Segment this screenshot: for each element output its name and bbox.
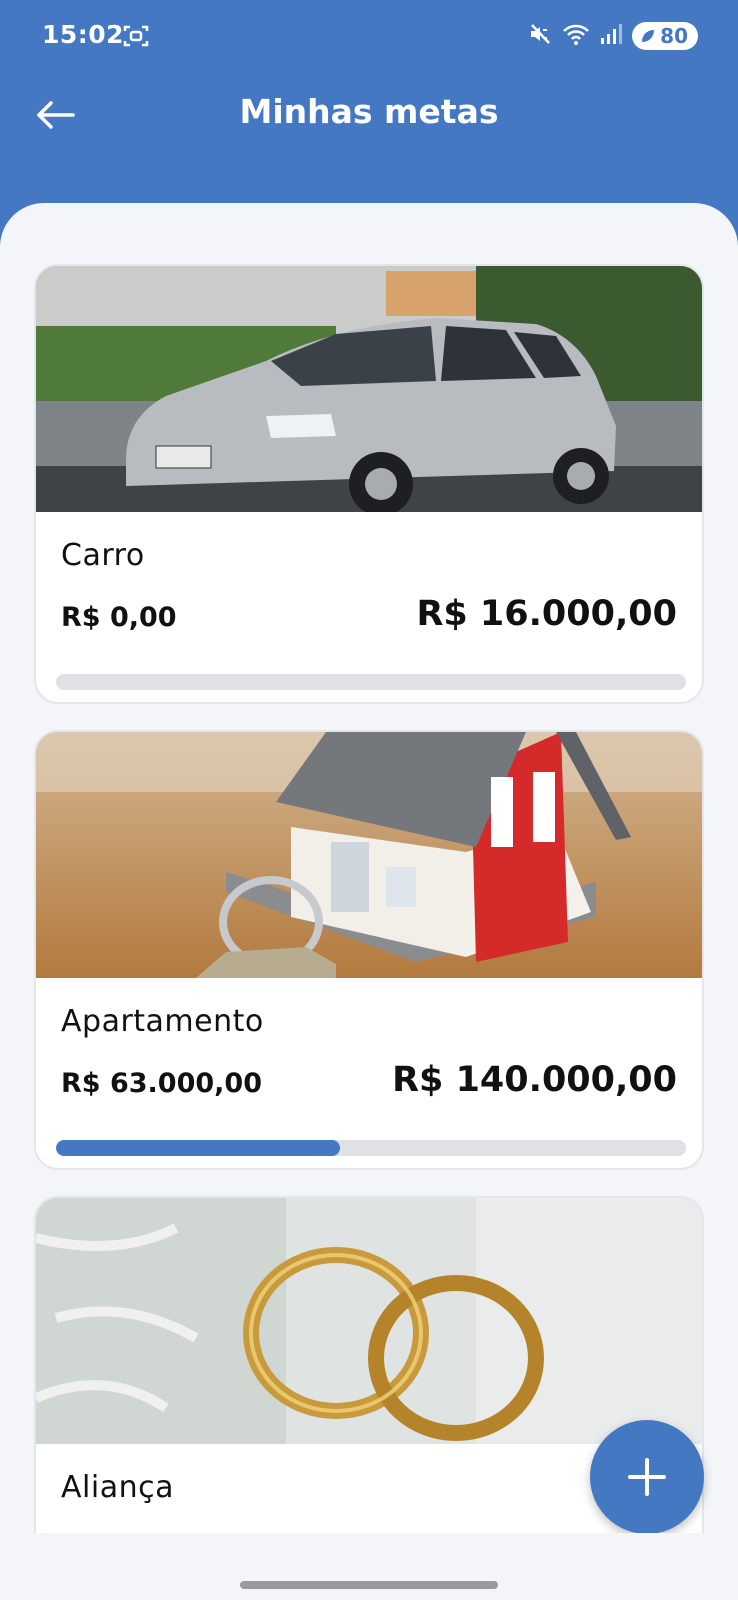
battery-badge: 80 — [632, 22, 698, 50]
status-icons: 80 — [528, 22, 698, 50]
wifi-icon — [562, 22, 590, 50]
goal-name: Apartamento — [61, 1004, 264, 1039]
goal-saved-amount: R$ 0,00 — [61, 602, 177, 633]
progress-bar — [56, 1140, 686, 1156]
navigation-bar — [0, 1533, 738, 1600]
page-title: Minhas metas — [239, 92, 499, 131]
add-goal-button[interactable] — [590, 1420, 704, 1534]
rings-photo — [36, 1198, 702, 1444]
mute-icon — [528, 22, 552, 50]
goal-name: Aliança — [61, 1470, 174, 1505]
goal-card-car[interactable]: Carro R$ 0,00 R$ 16.000,00 — [34, 264, 704, 704]
battery-level: 80 — [660, 24, 688, 48]
car-photo — [36, 266, 702, 512]
goal-card-apartment[interactable]: Apartamento R$ 63.000,00 R$ 140.000,00 — [34, 730, 704, 1170]
plus-icon — [628, 1458, 666, 1496]
house-photo — [36, 732, 702, 978]
goals-list[interactable]: Carro R$ 0,00 R$ 16.000,00 Apartamento R… — [0, 203, 738, 1533]
signal-icon — [600, 23, 623, 49]
progress-fill — [56, 1140, 340, 1156]
leaf-icon — [642, 30, 655, 42]
status-time: 15:02 — [42, 20, 125, 49]
goal-target-amount: R$ 16.000,00 — [416, 594, 677, 634]
home-indicator[interactable] — [240, 1581, 498, 1589]
goal-saved-amount: R$ 63.000,00 — [61, 1068, 262, 1099]
status-bar: 15:02 80 — [0, 0, 738, 72]
header: Minhas metas — [0, 76, 738, 152]
screenshot-icon — [123, 24, 149, 48]
progress-bar — [56, 674, 686, 690]
goal-target-amount: R$ 140.000,00 — [392, 1060, 677, 1100]
goal-name: Carro — [61, 538, 145, 573]
